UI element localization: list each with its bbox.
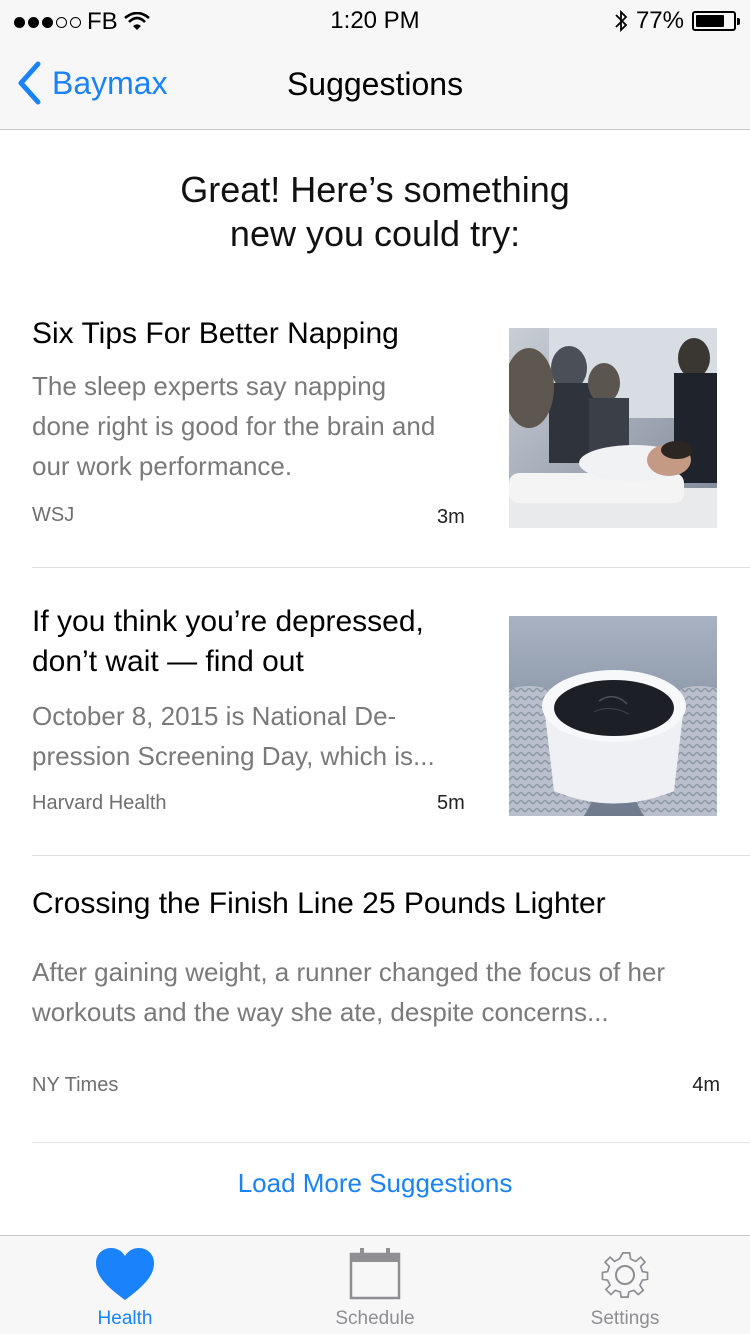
status-right: 77% (614, 7, 740, 35)
battery-icon (692, 11, 740, 31)
article-description: October 8, 2015 is National De- pression… (32, 701, 435, 771)
navigation-bar: Baymax Suggestions (0, 40, 750, 130)
article-title: Crossing the Finish Line 25 Pounds Light… (32, 887, 606, 920)
load-more-button[interactable]: Load More Suggestions (0, 1168, 750, 1199)
coffee-cup-photo-icon (509, 616, 717, 816)
tab-label: Settings (590, 1308, 660, 1329)
article-title: Six Tips For Better Napping (32, 317, 399, 350)
gear-icon (601, 1252, 649, 1298)
tab-health[interactable]: Health (0, 1236, 250, 1334)
article-read-time: 4m (692, 1074, 720, 1096)
article-description: After gaining weight, a runner changed t… (32, 957, 666, 1027)
headline-line: new you could try: (229, 213, 521, 254)
bluetooth-icon (615, 9, 628, 33)
article-title: If you think you’re depressed, don’t wai… (32, 605, 424, 678)
article-thumbnail (509, 616, 717, 816)
tab-label: Health (97, 1308, 153, 1329)
page-title: Suggestions (286, 66, 464, 102)
status-bar: FB 1:20 PM 77% (0, 0, 750, 40)
heart-icon (96, 1248, 154, 1300)
article-read-time: 3m (437, 506, 465, 528)
tab-schedule[interactable]: Schedule (250, 1236, 500, 1334)
article-description: The sleep experts say napping done right… (32, 371, 436, 481)
tab-settings[interactable]: Settings (500, 1236, 750, 1334)
suggestions-headline: Great! Here’s something new you could tr… (0, 168, 750, 256)
article-source: Harvard Health (32, 792, 167, 814)
article-item[interactable]: Six Tips For Better Napping The sleep ex… (32, 300, 750, 568)
napping-photo-icon (509, 328, 717, 528)
article-thumbnail (509, 328, 717, 528)
article-item[interactable]: Crossing the Finish Line 25 Pounds Light… (32, 856, 750, 1143)
calendar-icon (349, 1248, 401, 1300)
headline-line: Great! Here’s something (180, 169, 570, 210)
battery-percent: 77% (635, 7, 684, 34)
tab-bar: Health Schedule Settings (0, 1235, 750, 1334)
article-item[interactable]: If you think you’re depressed, don’t wai… (32, 568, 750, 856)
tab-label: Schedule (335, 1308, 415, 1329)
article-read-time: 5m (437, 792, 465, 814)
article-source: WSJ (32, 504, 75, 526)
article-source: NY Times (32, 1074, 119, 1096)
